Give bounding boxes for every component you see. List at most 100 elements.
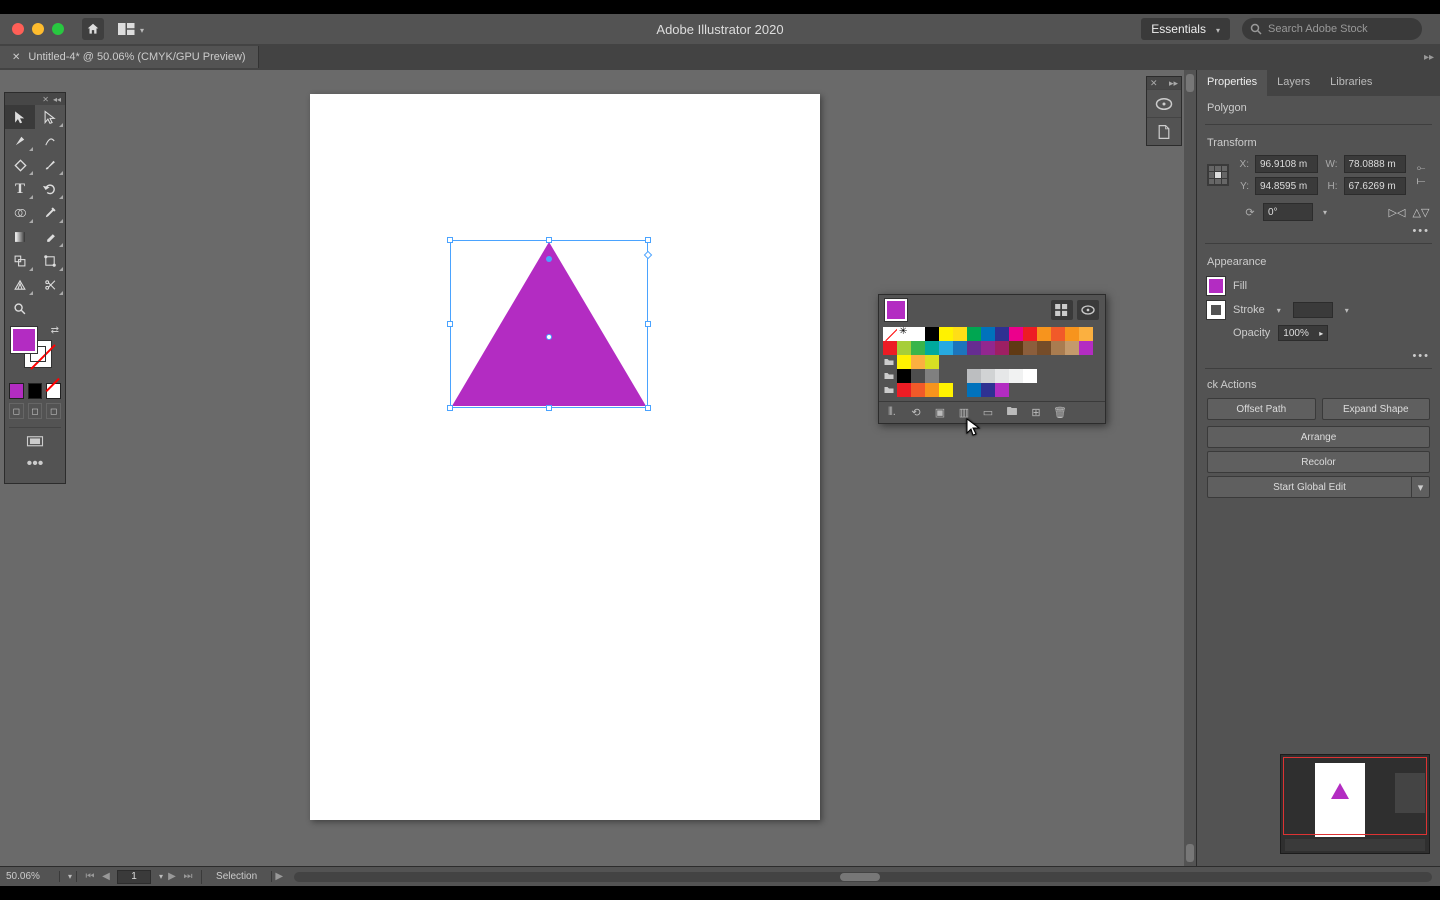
zoom-level[interactable]: 50.06% <box>0 871 60 882</box>
new-color-group-icon[interactable]: ▭ <box>981 406 995 419</box>
resize-handle[interactable] <box>645 237 651 243</box>
adobe-stock-search[interactable]: Search Adobe Stock <box>1242 18 1422 40</box>
swatch-group-icon[interactable] <box>883 369 897 383</box>
horizontal-scrollbar[interactable] <box>294 872 1432 882</box>
rotation-input[interactable] <box>1263 203 1313 221</box>
vertical-scrollbar[interactable] <box>1184 70 1196 866</box>
y-input[interactable] <box>1255 177 1318 195</box>
resize-handle[interactable] <box>645 405 651 411</box>
paintbrush-tool[interactable] <box>35 153 65 177</box>
chevron-down-icon[interactable] <box>155 871 163 882</box>
swatch-link-icon[interactable]: ▣ <box>933 406 947 419</box>
next-artboard-button[interactable]: ▶ <box>165 871 179 882</box>
swatch[interactable] <box>911 355 925 369</box>
zoom-tool[interactable] <box>5 297 35 321</box>
swatch[interactable] <box>995 369 1009 383</box>
swatch[interactable] <box>953 327 967 341</box>
selection-bounding-box[interactable] <box>450 240 648 408</box>
rectangle-tool[interactable] <box>5 153 35 177</box>
draw-normal[interactable]: ◻ <box>9 403 24 419</box>
home-button[interactable] <box>82 18 104 40</box>
swatch[interactable] <box>953 341 967 355</box>
swatch[interactable] <box>883 341 897 355</box>
swatch[interactable] <box>897 369 911 383</box>
collapse-panels-icon[interactable]: ▸▸ <box>1424 52 1434 63</box>
swatch[interactable] <box>911 383 925 397</box>
global-edit-dropdown[interactable]: ▾ <box>1412 476 1430 498</box>
swatch[interactable] <box>925 341 939 355</box>
anchor-point[interactable] <box>546 256 552 262</box>
stroke-weight-stepper[interactable] <box>1273 304 1285 316</box>
canvas-area[interactable] <box>70 70 1186 866</box>
swatch[interactable] <box>1023 341 1037 355</box>
fill-stroke-control[interactable]: ⇄ <box>7 325 63 379</box>
gradient-tool[interactable] <box>5 225 35 249</box>
swatch[interactable] <box>911 369 925 383</box>
resize-handle[interactable] <box>546 405 552 411</box>
current-fill-swatch[interactable] <box>885 299 907 321</box>
edit-toolbar-button[interactable]: ••• <box>23 455 47 473</box>
swatch[interactable] <box>967 383 981 397</box>
offset-path-button[interactable]: Offset Path <box>1207 398 1316 420</box>
swatch[interactable] <box>1009 341 1023 355</box>
swatch[interactable] <box>1037 341 1051 355</box>
swatch[interactable] <box>981 369 995 383</box>
resize-handle[interactable] <box>645 321 651 327</box>
swatches-panel-icon[interactable] <box>1147 117 1181 145</box>
swatch[interactable] <box>1009 369 1023 383</box>
draw-inside[interactable]: ◻ <box>46 403 61 419</box>
swatch[interactable] <box>1023 327 1037 341</box>
swatch[interactable] <box>981 327 995 341</box>
tab-layers[interactable]: Layers <box>1267 70 1320 96</box>
swatch[interactable] <box>967 341 981 355</box>
tab-libraries[interactable]: Libraries <box>1320 70 1382 96</box>
swatch[interactable] <box>925 383 939 397</box>
eraser-tool[interactable] <box>35 225 65 249</box>
color-mode-gradient[interactable] <box>28 383 43 399</box>
reference-point-widget[interactable] <box>1207 164 1229 186</box>
swatch[interactable] <box>897 383 911 397</box>
stroke-profile-dropdown[interactable] <box>1341 304 1353 316</box>
swatch[interactable] <box>981 383 995 397</box>
rotate-tool[interactable] <box>35 177 65 201</box>
swatch-group-icon[interactable]: ▥ <box>957 406 971 419</box>
delete-swatch-icon[interactable]: 🗑 <box>1053 406 1067 419</box>
window-close-button[interactable] <box>12 23 24 35</box>
swatch[interactable] <box>1065 341 1079 355</box>
selection-tool[interactable] <box>5 105 35 129</box>
more-options-icon[interactable]: ••• <box>1197 348 1440 364</box>
swatch-list-view-icon[interactable] <box>1051 300 1073 320</box>
perspective-tool[interactable] <box>5 273 35 297</box>
swatch[interactable] <box>995 341 1009 355</box>
window-minimize-button[interactable] <box>32 23 44 35</box>
artboard-number[interactable]: 1 <box>117 870 151 884</box>
screen-mode-button[interactable] <box>9 427 61 449</box>
swatch[interactable] <box>911 341 925 355</box>
fill-swatch-button[interactable] <box>1207 277 1225 295</box>
swatch[interactable] <box>995 383 1009 397</box>
swatch-group-icon[interactable] <box>883 383 897 397</box>
x-input[interactable] <box>1255 155 1318 173</box>
swatch[interactable] <box>981 341 995 355</box>
eyedropper-tool[interactable] <box>35 201 65 225</box>
more-options-icon[interactable]: ••• <box>1197 223 1440 239</box>
swatch[interactable] <box>1051 327 1065 341</box>
color-mode-color[interactable] <box>9 383 24 399</box>
swatch[interactable] <box>911 327 925 341</box>
swatch[interactable] <box>939 383 953 397</box>
fill-swatch[interactable] <box>11 327 37 353</box>
swatch[interactable] <box>939 341 953 355</box>
flip-horizontal-icon[interactable]: ▷◁ <box>1388 203 1406 221</box>
direct-selection-tool[interactable] <box>35 105 65 129</box>
swatch[interactable] <box>1079 341 1093 355</box>
draw-behind[interactable]: ◻ <box>28 403 43 419</box>
h-input[interactable] <box>1344 177 1407 195</box>
prev-artboard-button[interactable]: ◀ <box>99 871 113 882</box>
opacity-input[interactable]: 100%▸ <box>1278 325 1328 341</box>
scale-tool[interactable] <box>5 249 35 273</box>
constrain-proportions-icon[interactable]: ⟜⟝ <box>1412 162 1430 188</box>
swatch[interactable] <box>1009 327 1023 341</box>
scissors-tool[interactable] <box>35 273 65 297</box>
chevron-down-icon[interactable] <box>60 871 77 882</box>
swatch[interactable] <box>939 327 953 341</box>
